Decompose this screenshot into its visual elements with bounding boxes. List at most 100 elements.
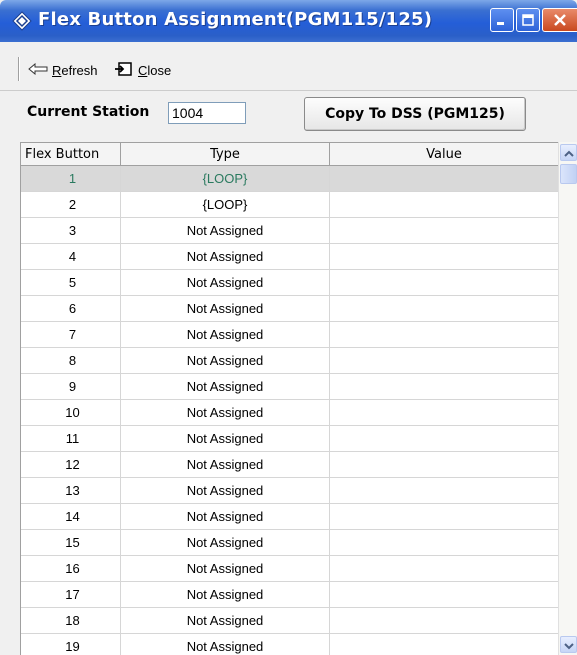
type-cell[interactable]: Not Assigned	[121, 634, 330, 655]
table-row[interactable]: 11 Not Assigned	[21, 426, 559, 452]
table-row[interactable]: 9 Not Assigned	[21, 374, 559, 400]
table-row[interactable]: 6 Not Assigned	[21, 296, 559, 322]
flex-button-cell[interactable]: 16	[21, 556, 121, 581]
scroll-down-button[interactable]	[560, 636, 577, 653]
type-cell[interactable]: {LOOP}	[121, 166, 330, 191]
title-bar[interactable]: Flex Button Assignment(PGM115/125)	[0, 0, 577, 42]
table-row[interactable]: 19 Not Assigned	[21, 634, 559, 655]
table-row[interactable]: 16 Not Assigned	[21, 556, 559, 582]
flex-button-cell[interactable]: 19	[21, 634, 121, 655]
minimize-icon	[491, 9, 513, 31]
value-cell[interactable]	[330, 218, 559, 243]
flex-button-cell[interactable]: 13	[21, 478, 121, 503]
table-row[interactable]: 5 Not Assigned	[21, 270, 559, 296]
table-row[interactable]: 7 Not Assigned	[21, 322, 559, 348]
table-row[interactable]: 13 Not Assigned	[21, 478, 559, 504]
copy-to-dss-button[interactable]: Copy To DSS (PGM125)	[304, 97, 526, 131]
value-cell[interactable]	[330, 582, 559, 607]
flex-button-cell[interactable]: 2	[21, 192, 121, 217]
flex-button-cell[interactable]: 11	[21, 426, 121, 451]
value-cell[interactable]	[330, 374, 559, 399]
flex-button-cell[interactable]: 17	[21, 582, 121, 607]
refresh-button[interactable]: Refresh	[28, 60, 98, 80]
value-cell[interactable]	[330, 322, 559, 347]
flex-button-cell[interactable]: 7	[21, 322, 121, 347]
current-station-label: Current Station	[27, 104, 150, 120]
table-row[interactable]: 14 Not Assigned	[21, 504, 559, 530]
flex-button-cell[interactable]: 14	[21, 504, 121, 529]
flex-button-cell[interactable]: 1	[21, 166, 121, 191]
type-cell[interactable]: Not Assigned	[121, 426, 330, 451]
value-cell[interactable]	[330, 556, 559, 581]
table-row[interactable]: 18 Not Assigned	[21, 608, 559, 634]
type-cell[interactable]: Not Assigned	[121, 270, 330, 295]
type-cell[interactable]: Not Assigned	[121, 322, 330, 347]
type-cell[interactable]: Not Assigned	[121, 504, 330, 529]
table-row[interactable]: 10 Not Assigned	[21, 400, 559, 426]
header-type[interactable]: Type	[121, 143, 330, 165]
current-station-input[interactable]	[168, 102, 246, 124]
type-cell[interactable]: Not Assigned	[121, 582, 330, 607]
flex-button-cell[interactable]: 10	[21, 400, 121, 425]
value-cell[interactable]	[330, 270, 559, 295]
value-cell[interactable]	[330, 192, 559, 217]
flex-button-cell[interactable]: 15	[21, 530, 121, 555]
scroll-thumb[interactable]	[560, 164, 577, 184]
value-cell[interactable]	[330, 608, 559, 633]
flex-button-cell[interactable]: 5	[21, 270, 121, 295]
table-row[interactable]: 3 Not Assigned	[21, 218, 559, 244]
type-cell[interactable]: Not Assigned	[121, 296, 330, 321]
flex-button-cell[interactable]: 9	[21, 374, 121, 399]
value-cell[interactable]	[330, 296, 559, 321]
type-cell[interactable]: Not Assigned	[121, 608, 330, 633]
window-close-button[interactable]	[542, 8, 577, 32]
value-cell[interactable]	[330, 478, 559, 503]
maximize-button[interactable]	[516, 8, 540, 32]
value-cell[interactable]	[330, 530, 559, 555]
table-row[interactable]: 2 {LOOP}	[21, 192, 559, 218]
close-button[interactable]: Close	[114, 60, 171, 80]
type-cell[interactable]: {LOOP}	[121, 192, 330, 217]
grid-rows: 1 {LOOP} 2 {LOOP} 3 Not Assigned 4 Not Assigned…	[21, 166, 559, 655]
flex-button-cell[interactable]: 4	[21, 244, 121, 269]
toolbar: Refresh Close	[0, 52, 577, 86]
table-row[interactable]: 1 {LOOP}	[21, 166, 559, 192]
arrow-left-icon	[28, 62, 48, 78]
table-row[interactable]: 17 Not Assigned	[21, 582, 559, 608]
flex-button-cell[interactable]: 12	[21, 452, 121, 477]
type-cell[interactable]: Not Assigned	[121, 244, 330, 269]
type-cell[interactable]: Not Assigned	[121, 530, 330, 555]
value-cell[interactable]	[330, 634, 559, 655]
value-cell[interactable]	[330, 452, 559, 477]
value-cell[interactable]	[330, 244, 559, 269]
table-row[interactable]: 12 Not Assigned	[21, 452, 559, 478]
scroll-up-button[interactable]	[560, 144, 577, 161]
value-cell[interactable]	[330, 348, 559, 373]
type-cell[interactable]: Not Assigned	[121, 374, 330, 399]
flex-button-cell[interactable]: 6	[21, 296, 121, 321]
toolbar-separator	[18, 57, 20, 81]
header-value[interactable]: Value	[330, 143, 559, 165]
value-cell[interactable]	[330, 166, 559, 191]
type-cell[interactable]: Not Assigned	[121, 478, 330, 503]
diamond-app-icon	[10, 9, 34, 33]
type-cell[interactable]: Not Assigned	[121, 452, 330, 477]
type-cell[interactable]: Not Assigned	[121, 556, 330, 581]
grid-header: Flex Button Type Value	[21, 143, 559, 166]
vertical-scrollbar[interactable]	[558, 142, 577, 655]
table-row[interactable]: 15 Not Assigned	[21, 530, 559, 556]
flex-button-cell[interactable]: 3	[21, 218, 121, 243]
type-cell[interactable]: Not Assigned	[121, 400, 330, 425]
flex-button-cell[interactable]: 8	[21, 348, 121, 373]
table-row[interactable]: 8 Not Assigned	[21, 348, 559, 374]
value-cell[interactable]	[330, 400, 559, 425]
flex-button-grid: Flex Button Type Value 1 {LOOP} 2 {LOOP} 3 No…	[20, 142, 559, 655]
value-cell[interactable]	[330, 426, 559, 451]
minimize-button[interactable]	[490, 8, 514, 32]
type-cell[interactable]: Not Assigned	[121, 348, 330, 373]
table-row[interactable]: 4 Not Assigned	[21, 244, 559, 270]
flex-button-cell[interactable]: 18	[21, 608, 121, 633]
header-flex-button[interactable]: Flex Button	[21, 143, 121, 165]
type-cell[interactable]: Not Assigned	[121, 218, 330, 243]
value-cell[interactable]	[330, 504, 559, 529]
